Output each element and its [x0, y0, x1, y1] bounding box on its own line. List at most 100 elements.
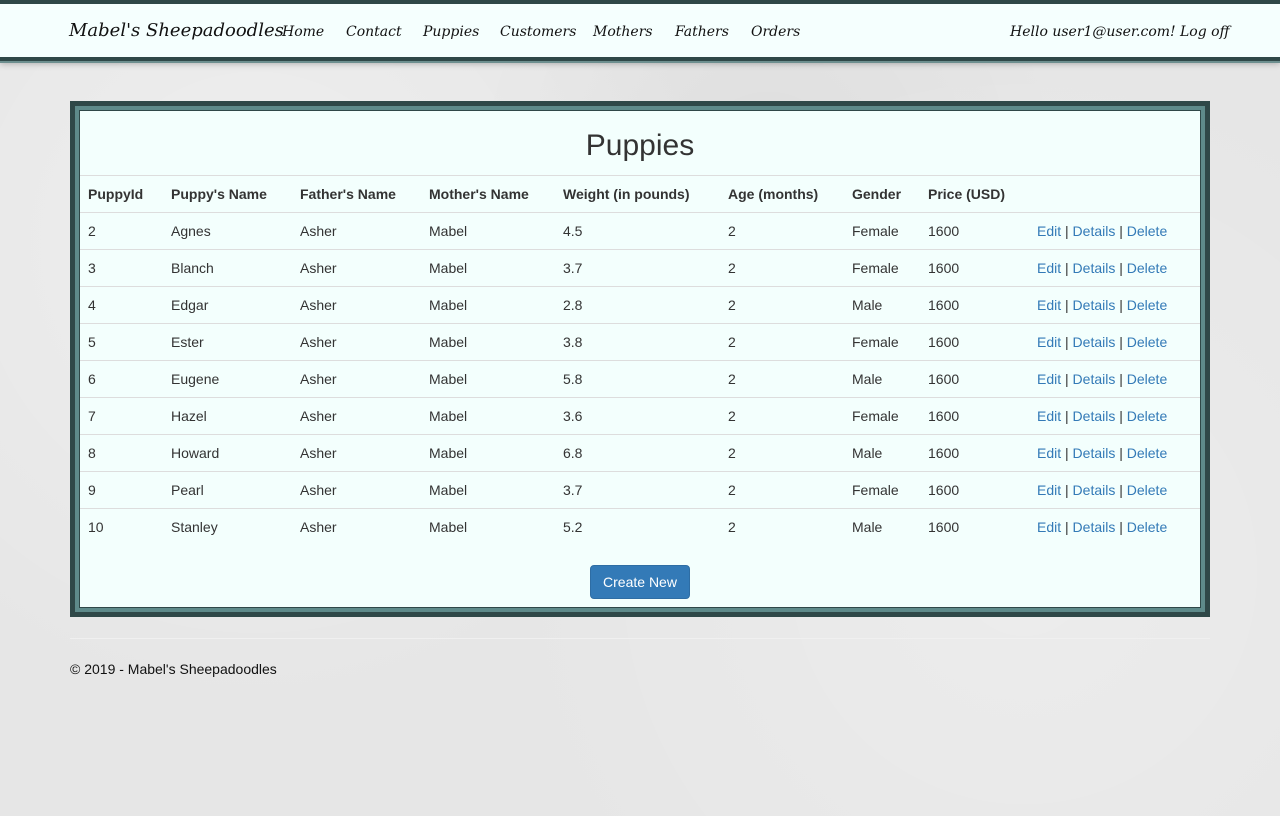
action-separator: | — [1065, 371, 1069, 387]
details-link[interactable]: Details — [1073, 223, 1116, 239]
brand-link[interactable]: Mabel's Sheepadoodles — [69, 20, 284, 41]
nav-link-home[interactable]: Home — [282, 24, 324, 40]
table-row: 4 Edgar Asher Mabel 2.8 2 Male 1600 Edit | Detai… — [80, 286, 1200, 324]
cell-father-name: Asher — [292, 286, 421, 324]
details-link[interactable]: Details — [1073, 297, 1116, 313]
cell-actions: Edit | Details | Delete — [1029, 471, 1200, 509]
details-link[interactable]: Details — [1073, 408, 1116, 424]
cell-gender: Male — [844, 360, 920, 398]
delete-link[interactable]: Delete — [1127, 260, 1167, 276]
details-link[interactable]: Details — [1073, 482, 1116, 498]
puppies-table: PuppyId Puppy's Name Father's Name Mothe… — [80, 175, 1200, 545]
cell-gender: Male — [844, 434, 920, 472]
cell-mother-name: Mabel — [421, 397, 555, 435]
delete-link[interactable]: Delete — [1127, 297, 1167, 313]
details-link[interactable]: Details — [1073, 519, 1116, 535]
cell-puppyid: 9 — [80, 471, 163, 509]
cell-price: 1600 — [920, 323, 1029, 361]
cell-father-name: Asher — [292, 249, 421, 287]
user-greeting-link[interactable]: Hello user1@user.com! — [1010, 24, 1176, 40]
details-link[interactable]: Details — [1073, 334, 1116, 350]
delete-link[interactable]: Delete — [1127, 519, 1167, 535]
cell-father-name: Asher — [292, 508, 421, 545]
cell-age: 2 — [720, 508, 844, 545]
cell-puppy-name: Eugene — [163, 360, 292, 398]
edit-link[interactable]: Edit — [1037, 297, 1061, 313]
action-separator: | — [1065, 297, 1069, 313]
cell-weight: 3.6 — [555, 397, 720, 435]
action-separator: | — [1065, 334, 1069, 350]
cell-puppy-name: Pearl — [163, 471, 292, 509]
table-row: 10 Stanley Asher Mabel 5.2 2 Male 1600 Edit | De… — [80, 508, 1200, 545]
cell-weight: 3.7 — [555, 471, 720, 509]
edit-link[interactable]: Edit — [1037, 445, 1061, 461]
action-separator: | — [1119, 371, 1123, 387]
page-title: Puppies — [585, 129, 695, 162]
nav-link-fathers[interactable]: Fathers — [675, 24, 729, 40]
edit-link[interactable]: Edit — [1037, 408, 1061, 424]
action-separator: | — [1119, 334, 1123, 350]
cell-gender: Female — [844, 323, 920, 361]
logoff-link[interactable]: Log off — [1180, 24, 1230, 40]
cell-puppyid: 6 — [80, 360, 163, 398]
cell-father-name: Asher — [292, 212, 421, 250]
edit-link[interactable]: Edit — [1037, 519, 1061, 535]
table-row: 2 Agnes Asher Mabel 4.5 2 Female 1600 Edit | Det… — [80, 212, 1200, 250]
nav-link-orders[interactable]: Orders — [751, 24, 800, 40]
action-separator: | — [1119, 445, 1123, 461]
cell-weight: 5.8 — [555, 360, 720, 398]
table-row: 5 Ester Asher Mabel 3.8 2 Female 1600 Edit | Det… — [80, 323, 1200, 361]
nav-link-puppies[interactable]: Puppies — [423, 24, 479, 40]
table-row: 9 Pearl Asher Mabel 3.7 2 Female 1600 Edit | Det… — [80, 471, 1200, 509]
details-link[interactable]: Details — [1073, 260, 1116, 276]
cell-gender: Female — [844, 212, 920, 250]
edit-link[interactable]: Edit — [1037, 334, 1061, 350]
cell-puppy-name: Agnes — [163, 212, 292, 250]
action-separator: | — [1065, 408, 1069, 424]
details-link[interactable]: Details — [1073, 371, 1116, 387]
nav-link-customers[interactable]: Customers — [500, 24, 576, 40]
action-separator: | — [1119, 260, 1123, 276]
column-header-puppyid: PuppyId — [80, 175, 163, 213]
details-link[interactable]: Details — [1073, 445, 1116, 461]
column-header-mother-name: Mother's Name — [421, 175, 555, 213]
cell-price: 1600 — [920, 360, 1029, 398]
table-row: 6 Eugene Asher Mabel 5.8 2 Male 1600 Edit | Deta… — [80, 360, 1200, 398]
cell-puppy-name: Ester — [163, 323, 292, 361]
action-separator: | — [1065, 445, 1069, 461]
cell-age: 2 — [720, 249, 844, 287]
cell-weight: 6.8 — [555, 434, 720, 472]
column-header-age: Age (months) — [720, 175, 844, 213]
cell-price: 1600 — [920, 434, 1029, 472]
nav-link-mothers[interactable]: Mothers — [593, 24, 653, 40]
edit-link[interactable]: Edit — [1037, 260, 1061, 276]
cell-father-name: Asher — [292, 397, 421, 435]
delete-link[interactable]: Delete — [1127, 445, 1167, 461]
delete-link[interactable]: Delete — [1127, 482, 1167, 498]
create-new-button[interactable]: Create New — [590, 565, 690, 599]
delete-link[interactable]: Delete — [1127, 408, 1167, 424]
cell-mother-name: Mabel — [421, 249, 555, 287]
nav-link-contact[interactable]: Contact — [346, 24, 402, 40]
cell-price: 1600 — [920, 471, 1029, 509]
cell-puppyid: 2 — [80, 212, 163, 250]
cell-gender: Female — [844, 249, 920, 287]
cell-father-name: Asher — [292, 434, 421, 472]
cell-age: 2 — [720, 360, 844, 398]
action-separator: | — [1119, 223, 1123, 239]
delete-link[interactable]: Delete — [1127, 334, 1167, 350]
edit-link[interactable]: Edit — [1037, 482, 1061, 498]
edit-link[interactable]: Edit — [1037, 223, 1061, 239]
column-header-puppy-name: Puppy's Name — [163, 175, 292, 213]
cell-actions: Edit | Details | Delete — [1029, 286, 1200, 324]
cell-puppyid: 5 — [80, 323, 163, 361]
cell-mother-name: Mabel — [421, 323, 555, 361]
cell-price: 1600 — [920, 286, 1029, 324]
cell-puppyid: 8 — [80, 434, 163, 472]
edit-link[interactable]: Edit — [1037, 371, 1061, 387]
delete-link[interactable]: Delete — [1127, 223, 1167, 239]
table-row: 8 Howard Asher Mabel 6.8 2 Male 1600 Edit | Deta… — [80, 434, 1200, 472]
delete-link[interactable]: Delete — [1127, 371, 1167, 387]
cell-actions: Edit | Details | Delete — [1029, 508, 1200, 545]
cell-actions: Edit | Details | Delete — [1029, 323, 1200, 361]
